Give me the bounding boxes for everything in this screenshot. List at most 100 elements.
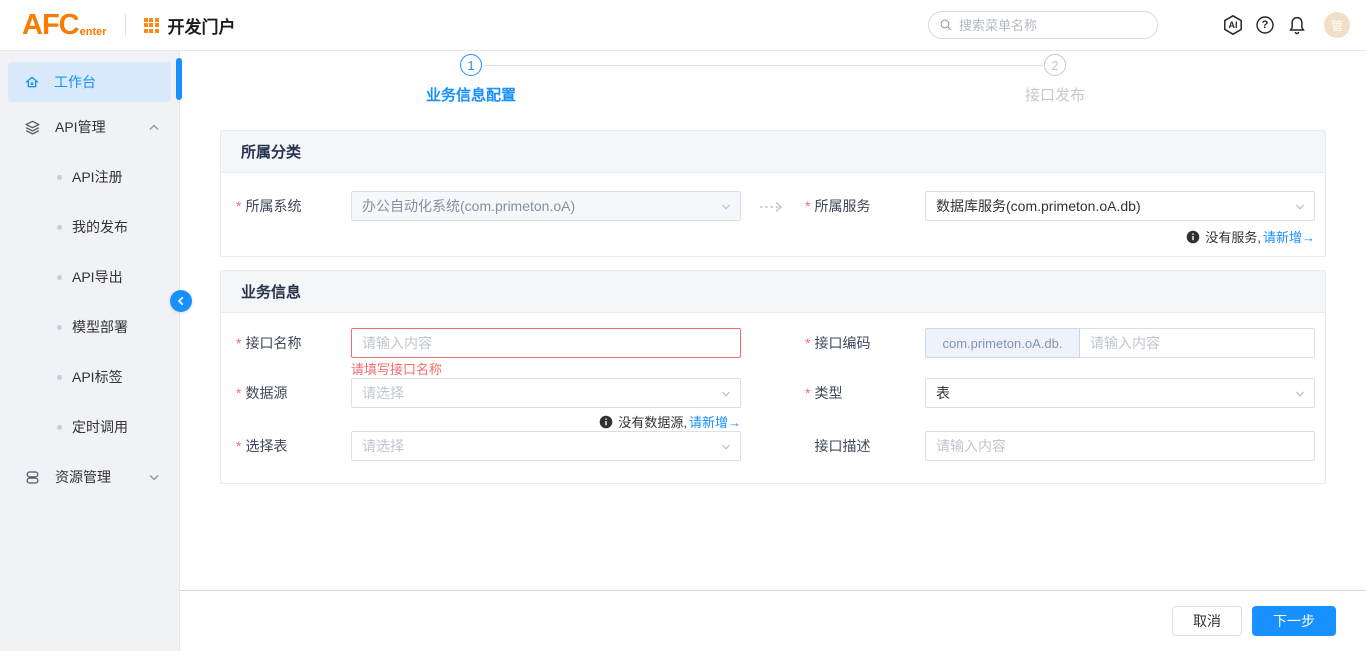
section-category: 所属分类 *所属系统 办公自动化系统(com.primeton.oA) *所属服…	[220, 130, 1326, 257]
notifications-button[interactable]	[1282, 10, 1312, 40]
chevron-down-icon	[1295, 202, 1305, 212]
sidebar-item-scheduled-call[interactable]: 定时调用	[0, 402, 179, 452]
wizard-stepper: 1 2 业务信息配置 接口发布	[180, 54, 1366, 106]
section-category-title: 所属分类	[221, 131, 1325, 173]
description-field-label: *接口描述	[805, 431, 925, 461]
sidebar-item-api-tags[interactable]: API标签	[0, 352, 179, 402]
api-code-field-label: *接口编码	[805, 328, 925, 358]
ai-assistant-button[interactable]: AI	[1218, 10, 1248, 40]
required-marker: *	[236, 198, 241, 214]
app-header: AFCenter 开发门户 AI ? 管	[0, 0, 1366, 51]
add-service-link[interactable]: 请新增→	[1263, 227, 1315, 246]
info-icon	[599, 415, 613, 429]
cancel-button[interactable]: 取消	[1172, 606, 1242, 636]
app-root: AFCenter 开发门户 AI ? 管	[0, 0, 1366, 651]
bullet-icon	[57, 225, 62, 230]
layers-icon	[24, 119, 41, 136]
next-step-button[interactable]: 下一步	[1252, 606, 1336, 636]
section-business-title: 业务信息	[221, 271, 1325, 313]
chevron-down-icon	[1295, 389, 1305, 399]
bullet-icon	[57, 425, 62, 430]
footer-action-bar: 取消 下一步	[180, 590, 1366, 651]
api-name-error: 请填写接口名称	[351, 361, 741, 378]
table-field-label: *选择表	[236, 431, 351, 461]
header-divider	[125, 14, 126, 36]
help-button[interactable]: ?	[1250, 10, 1280, 40]
user-avatar[interactable]: 管	[1324, 12, 1350, 38]
bell-icon	[1287, 15, 1307, 35]
chevron-down-icon	[721, 202, 731, 212]
api-name-field-label: *接口名称	[236, 328, 351, 358]
dashed-arrow-icon	[759, 201, 787, 213]
add-datasource-link[interactable]: 请新增→	[689, 412, 741, 431]
sidebar-item-label: API管理	[55, 117, 106, 137]
bullet-icon	[57, 175, 62, 180]
step-2-label: 接口发布	[1025, 84, 1085, 105]
step-1-circle: 1	[460, 54, 482, 76]
search-input[interactable]	[959, 18, 1147, 33]
sidebar: 工作台 API管理 API注册 我的发布 API导出 模型部署 API标签 定时…	[0, 51, 180, 651]
description-input[interactable]	[925, 431, 1315, 461]
chevron-down-icon	[721, 442, 731, 452]
sidebar-item-label: 资源管理	[55, 467, 111, 487]
step-1-label: 业务信息配置	[426, 84, 516, 105]
required-marker: *	[805, 198, 810, 214]
sidebar-item-label: 我的发布	[72, 217, 128, 237]
required-marker: *	[236, 385, 241, 401]
bullet-icon	[57, 325, 62, 330]
sidebar-item-api-export[interactable]: API导出	[0, 252, 179, 302]
search-icon	[939, 18, 953, 32]
apps-grid-icon	[144, 18, 159, 33]
api-name-input[interactable]	[351, 328, 741, 358]
datasource-field-label: *数据源	[236, 378, 351, 408]
chevron-down-icon	[721, 389, 731, 399]
brand-logo: AFCenter	[22, 11, 107, 40]
service-select[interactable]: 数据库服务(com.primeton.oA.db)	[925, 191, 1315, 221]
home-icon	[24, 74, 40, 90]
sidebar-item-label: 定时调用	[72, 417, 128, 437]
required-marker: *	[236, 335, 241, 351]
sidebar-item-label: 模型部署	[72, 317, 128, 337]
chevron-up-icon	[149, 124, 159, 131]
info-icon	[1186, 230, 1200, 244]
sidebar-item-label: API导出	[72, 267, 123, 287]
service-field-label: *所属服务	[805, 191, 925, 221]
sidebar-item-model-deploy[interactable]: 模型部署	[0, 302, 179, 352]
system-select[interactable]: 办公自动化系统(com.primeton.oA)	[351, 191, 741, 221]
chevron-left-icon	[176, 296, 186, 306]
content-scrollbar-thumb[interactable]	[176, 58, 182, 100]
sidebar-item-label: API标签	[72, 367, 123, 387]
bullet-icon	[57, 275, 62, 280]
brand-logo-text: AFC	[22, 11, 79, 40]
main-content: 1 2 业务信息配置 接口发布 所属分类 *所属系统 办公自动化系统(com.p…	[180, 51, 1366, 651]
section-business: 业务信息 *接口名称 请填写接口名称 *接口编码 com.primeton.oA…	[220, 270, 1326, 484]
sidebar-item-resource-management[interactable]: 资源管理	[0, 452, 179, 502]
datasource-select[interactable]: 请选择	[351, 378, 741, 408]
api-code-input[interactable]	[1080, 328, 1315, 358]
sidebar-item-api-register[interactable]: API注册	[0, 152, 179, 202]
system-field-label: *所属系统	[236, 191, 351, 221]
menu-search[interactable]	[928, 11, 1158, 39]
sidebar-item-workbench[interactable]: 工作台	[8, 62, 171, 102]
bullet-icon	[57, 375, 62, 380]
portal-switcher[interactable]: 开发门户	[144, 13, 236, 38]
chevron-down-icon	[149, 474, 159, 481]
required-marker: *	[236, 438, 241, 454]
api-code-group: com.primeton.oA.db.	[925, 328, 1315, 358]
sidebar-item-my-releases[interactable]: 我的发布	[0, 202, 179, 252]
ai-hexagon-icon	[1222, 14, 1244, 36]
table-select[interactable]: 请选择	[351, 431, 741, 461]
datasource-hint: 没有数据源, 请新增→	[351, 412, 741, 431]
api-code-prefix: com.primeton.oA.db.	[925, 328, 1080, 358]
sidebar-item-label: 工作台	[54, 72, 96, 92]
help-icon	[1255, 15, 1275, 35]
portal-title: 开发门户	[168, 13, 236, 38]
type-field-label: *类型	[805, 378, 925, 408]
required-marker: *	[805, 385, 810, 401]
sidebar-item-label: API注册	[72, 167, 123, 187]
sidebar-collapse-button[interactable]	[170, 290, 192, 312]
service-hint: 没有服务, 请新增→	[925, 227, 1315, 246]
type-select[interactable]: 表	[925, 378, 1315, 408]
stepper-connector	[484, 65, 1043, 66]
sidebar-item-api-management[interactable]: API管理	[0, 102, 179, 152]
